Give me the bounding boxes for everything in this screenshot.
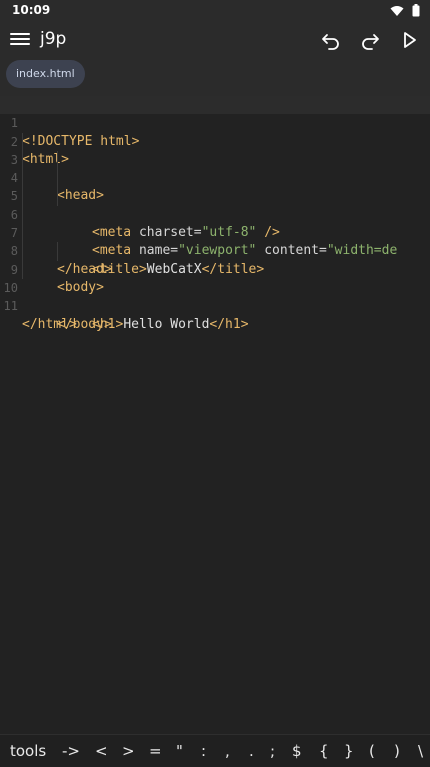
shortcut-quote[interactable]: " [176,742,183,760]
indent-guide [57,187,58,206]
code-line: 11 </html> [0,279,430,331]
code-token: Hello World [123,316,210,332]
indent-guide [22,150,23,170]
shortcut-close-brace[interactable]: } [344,742,354,760]
shortcut-backslash[interactable]: \ [418,742,423,760]
indent-guide [57,150,58,170]
shortcut-tools[interactable]: tools [10,742,46,760]
code-line: 7 </head> [0,205,430,277]
app-toolbar: j9p [0,22,430,58]
menu-icon[interactable] [10,30,30,48]
shortcut-arrow[interactable]: -> [62,742,80,760]
shortcut-period[interactable]: . [249,742,254,760]
indent-guide [22,187,23,206]
shortcut-colon[interactable]: : [201,742,206,760]
code-token: </html> [22,316,77,332]
indent-guide [57,242,58,261]
status-time: 10:09 [12,3,51,17]
shortcut-greater-than[interactable]: > [122,742,135,760]
shortcut-open-brace[interactable]: { [319,742,329,760]
indent-guide [22,205,23,225]
indent-guide [57,169,58,188]
code-line: 5 <meta name="viewport" content="width=d… [0,169,430,258]
indent-guide [22,132,23,151]
indent-guide [22,169,23,188]
code-line: 9 <h1>Hello World</h1> [0,242,430,332]
code-token: </h1> [209,316,249,332]
tab-index-html[interactable]: index.html [6,60,85,88]
code-line: 1 <!DOCTYPE html> [0,96,430,149]
shortcut-comma[interactable]: , [225,742,230,760]
indent-guide [22,242,23,261]
shortcut-close-paren[interactable]: ) [394,742,400,760]
indent-guide [22,260,23,279]
wifi-icon [390,5,404,16]
code-line: 8 <body> [0,224,430,295]
code-line: 6 <title>WebCatX</title> [0,187,430,277]
run-icon[interactable] [397,28,421,52]
file-tabs: index.html [0,58,430,96]
code-line: 2 <html> [0,114,430,167]
status-bar: 10:09 [0,0,430,22]
status-icons [390,4,420,17]
battery-icon [412,4,420,17]
indent-guide [22,224,23,243]
code-line: 4 <meta charset="utf-8" /> [0,150,430,240]
code-line: 3 <head> [0,132,430,203]
shortcut-bar: tools -> < > = " : , . ; $ { } ( ) \ [0,734,430,767]
shortcut-dollar[interactable]: $ [292,742,302,760]
redo-icon[interactable] [358,28,382,52]
undo-icon[interactable] [319,28,343,52]
code-editor[interactable]: 1 <!DOCTYPE html> 2 <html> 3 <head> 4 <m… [0,96,430,734]
shortcut-less-than[interactable]: < [95,742,108,760]
app-title: j9p [40,29,67,49]
code-line: 10 </body> [0,260,430,332]
line-number: 11 [3,299,18,314]
shortcut-open-paren[interactable]: ( [369,742,375,760]
shortcut-semicolon[interactable]: ; [270,742,275,760]
shortcut-equals[interactable]: = [149,742,162,760]
